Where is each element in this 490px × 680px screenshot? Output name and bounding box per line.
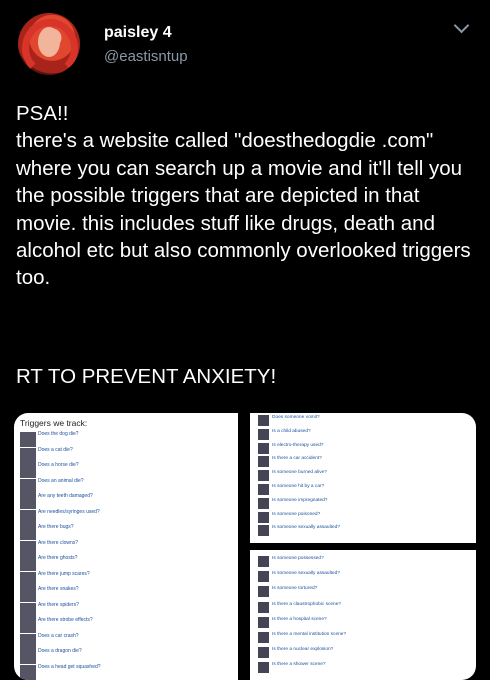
trigger-row[interactable]: Is there a hospital scene?: [258, 616, 476, 631]
trigger-question[interactable]: Is someone impregnated?: [272, 498, 327, 503]
trigger-question[interactable]: Are there snakes?: [38, 586, 79, 592]
trigger-thumbnail: [20, 649, 36, 664]
trigger-row[interactable]: Is someone possessed?: [258, 556, 476, 570]
trigger-question[interactable]: Does a horse die?: [38, 462, 79, 468]
trigger-question[interactable]: Is there a mental institution scene?: [272, 632, 346, 637]
trigger-thumbnail: [258, 456, 269, 468]
trigger-thumbnail: [258, 525, 269, 537]
trigger-thumbnail: [258, 484, 269, 495]
trigger-question[interactable]: Is someone tortured?: [272, 586, 317, 591]
trigger-thumbnail: [258, 428, 269, 440]
trigger-question[interactable]: Is a child abused?: [272, 429, 311, 434]
trigger-row[interactable]: Is someone burned alive?: [258, 470, 476, 484]
trigger-question[interactable]: Is there a shower scene?: [272, 662, 326, 667]
trigger-question[interactable]: Does a dragon die?: [38, 648, 82, 654]
trigger-thumbnail: [258, 571, 269, 583]
trigger-question[interactable]: Does a car crash?: [38, 633, 79, 639]
trigger-row[interactable]: Is someone sexually assaulted?: [258, 571, 476, 585]
trigger-row[interactable]: Is someone tortured?: [258, 586, 476, 600]
trigger-thumbnail: [258, 470, 269, 482]
trigger-row[interactable]: Is there a car accident?: [258, 456, 476, 470]
trigger-row[interactable]: Is a child abused?: [258, 428, 476, 443]
trigger-thumbnail: [258, 511, 269, 523]
trigger-question[interactable]: Does an animal die?: [38, 478, 84, 484]
trigger-thumbnail: [258, 556, 269, 567]
trigger-thumbnail: [20, 556, 36, 571]
trigger-thumbnail: [20, 463, 36, 478]
trigger-thumbnail: [258, 662, 269, 674]
trigger-thumbnail: [258, 442, 269, 454]
trigger-question[interactable]: Are there ghosts?: [38, 555, 77, 561]
trigger-question[interactable]: Is someone burned alive?: [272, 470, 327, 475]
media-grid[interactable]: Triggers we track: Does the dog die? Does…: [14, 413, 476, 680]
screenshot-triggers-list[interactable]: Triggers we track: Does the dog die? Does…: [14, 413, 238, 680]
trigger-thumbnail: [20, 618, 36, 633]
trigger-question[interactable]: Is there a car accident?: [272, 456, 322, 461]
trigger-row[interactable]: Is someone impregnated?: [258, 497, 476, 512]
user-handle[interactable]: @eastisntup: [104, 48, 188, 65]
trigger-thumbnail: [20, 494, 36, 509]
trigger-question[interactable]: Are there clowns?: [38, 540, 78, 546]
trigger-thumbnail: [20, 432, 36, 447]
trigger-row[interactable]: Is there a nuclear explosion?: [258, 647, 476, 661]
trigger-question[interactable]: Is electro-therapy used?: [272, 443, 323, 448]
trigger-question[interactable]: Is someone poisoned?: [272, 512, 320, 517]
trigger-thumbnail: [20, 602, 36, 618]
trigger-question[interactable]: Does someone vomit?: [272, 415, 320, 420]
trigger-question[interactable]: Are there strobe effects?: [38, 617, 93, 623]
triggers-header: Triggers we track:: [20, 418, 88, 428]
chevron-down-icon[interactable]: [453, 17, 470, 34]
trigger-thumbnail: [258, 647, 269, 659]
trigger-thumbnail: [258, 616, 269, 628]
trigger-thumbnail: [258, 586, 269, 598]
trigger-thumbnail: [20, 571, 36, 587]
trigger-row[interactable]: Does a head get squashed?: [20, 664, 230, 680]
screenshot-triggers-top[interactable]: Does someone vomit? Is a child abused? Is …: [250, 413, 476, 543]
trigger-row[interactable]: Does someone vomit?: [258, 415, 476, 429]
trigger-question[interactable]: Is there a hospital scene?: [272, 617, 327, 622]
trigger-thumbnail: [20, 664, 36, 680]
trigger-question[interactable]: Does a head get squashed?: [38, 664, 101, 670]
trigger-thumbnail: [20, 525, 36, 540]
trigger-question[interactable]: Is there a claustrophobic scene?: [272, 602, 341, 607]
avatar[interactable]: [18, 13, 80, 75]
trigger-question[interactable]: Are there bugs?: [38, 524, 74, 530]
trigger-thumbnail: [20, 478, 36, 494]
trigger-question[interactable]: Are there spiders?: [38, 602, 79, 608]
trigger-question[interactable]: Are there jump scares?: [38, 571, 90, 577]
tweet-closing: RT TO PREVENT ANXIETY!: [16, 365, 277, 388]
trigger-thumbnail: [20, 447, 36, 463]
trigger-question[interactable]: Is someone sexually assaulted?: [272, 571, 340, 576]
avatar-face: [38, 27, 60, 57]
trigger-thumbnail: [258, 601, 269, 613]
trigger-row[interactable]: Is electro-therapy used?: [258, 442, 476, 457]
trigger-row[interactable]: Is someone poisoned?: [258, 511, 476, 526]
trigger-question[interactable]: Are needles/syringes used?: [38, 509, 100, 515]
trigger-thumbnail: [20, 509, 36, 525]
trigger-row[interactable]: Is someone hit by a car?: [258, 484, 476, 498]
trigger-question[interactable]: Is someone sexually assaulted?: [272, 525, 340, 530]
trigger-question[interactable]: Is there a nuclear explosion?: [272, 647, 333, 652]
trigger-question[interactable]: Does a cat die?: [38, 447, 73, 453]
trigger-row[interactable]: Is there a claustrophobic scene?: [258, 601, 476, 616]
trigger-question[interactable]: Is someone hit by a car?: [272, 484, 324, 489]
tweet-text: PSA!! there's a website called "doesthed…: [16, 102, 471, 290]
trigger-thumbnail: [20, 587, 36, 602]
trigger-thumbnail: [20, 633, 36, 649]
trigger-row[interactable]: Is someone sexually assaulted?: [258, 525, 476, 539]
trigger-row[interactable]: Is there a mental institution scene?: [258, 632, 476, 646]
trigger-thumbnail: [258, 497, 269, 509]
trigger-question[interactable]: Is someone possessed?: [272, 556, 324, 561]
trigger-question[interactable]: Are any teeth damaged?: [38, 493, 93, 499]
trigger-thumbnail: [258, 632, 269, 643]
trigger-row[interactable]: Is there a shower scene?: [258, 662, 476, 676]
display-name[interactable]: paisley 4: [104, 24, 172, 42]
trigger-thumbnail: [20, 540, 36, 556]
screenshot-triggers-bottom[interactable]: Is someone possessed? Is someone sexually…: [250, 550, 476, 680]
trigger-thumbnail: [258, 415, 269, 426]
trigger-question[interactable]: Does the dog die?: [38, 431, 79, 437]
